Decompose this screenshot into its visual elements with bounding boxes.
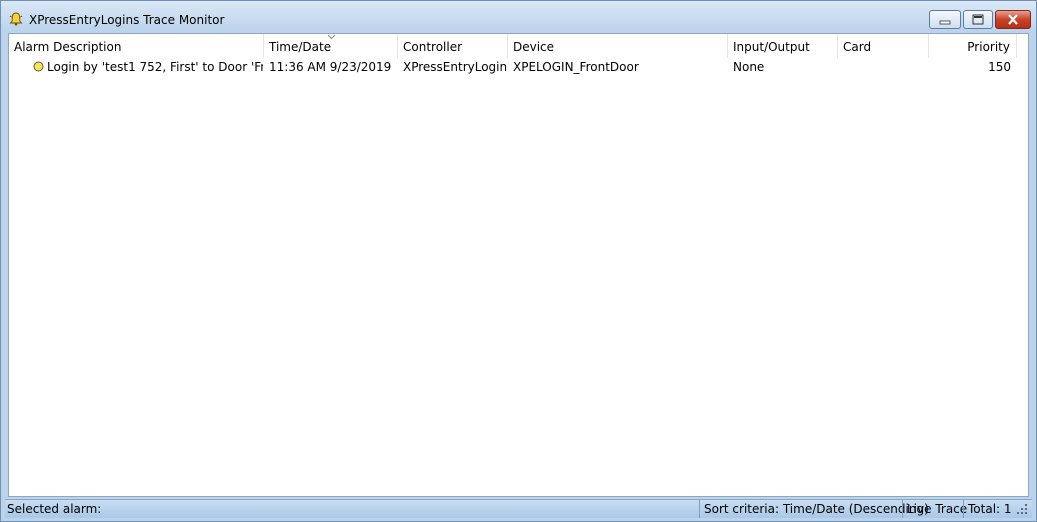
cell-controller: XPressEntryLogins	[403, 60, 507, 74]
trace-monitor-window: XPressEntryLogins Trace Monitor Alarm De…	[0, 0, 1037, 522]
status-bar: Selected alarm: Sort criteria: Time/Date…	[5, 499, 1032, 518]
column-header-alarm-description[interactable]: Alarm Description	[9, 34, 264, 58]
status-live-trace: Live Trace	[902, 500, 967, 518]
column-label: Controller	[403, 40, 463, 54]
column-header-priority[interactable]: Priority	[929, 34, 1017, 58]
column-label: Device	[513, 40, 555, 54]
cell-device: XPELOGIN_FrontDoor	[513, 60, 639, 74]
minimize-button[interactable]	[929, 10, 961, 29]
column-label: Alarm Description	[14, 40, 122, 54]
minimize-icon	[939, 20, 951, 25]
column-label: Input/Output	[733, 40, 810, 54]
yellow-circle-icon	[33, 61, 44, 72]
cell-input-output: None	[733, 60, 765, 74]
sort-descending-icon	[327, 34, 336, 40]
close-icon	[1008, 14, 1018, 25]
column-label: Time/Date	[269, 40, 332, 54]
column-header-controller[interactable]: Controller	[398, 34, 508, 58]
column-header-row: Alarm Description Time/Date Controller D…	[9, 34, 1028, 58]
bell-alarm-icon	[9, 12, 23, 26]
maximize-icon	[972, 14, 984, 25]
column-header-input-output[interactable]: Input/Output	[728, 34, 838, 58]
status-selected-alarm: Selected alarm:	[7, 502, 102, 516]
status-total: Total: 1	[963, 500, 1013, 518]
cell-time-date: 11:36 AM 9/23/2019	[269, 60, 392, 74]
column-label: Card	[843, 40, 872, 54]
cell-alarm-description: Login by 'test1 752, First' to Door 'Fro…	[47, 60, 263, 74]
cell-priority: 150	[988, 60, 1011, 74]
resize-grip-icon[interactable]	[1016, 503, 1028, 515]
cell-card	[843, 60, 928, 76]
status-sort-criteria: Sort criteria: Time/Date (Descending)	[699, 500, 929, 518]
column-label: Priority	[967, 40, 1010, 54]
column-header-device[interactable]: Device	[508, 34, 728, 58]
close-button[interactable]	[995, 10, 1031, 29]
maximize-button[interactable]	[963, 10, 993, 29]
column-header-card[interactable]: Card	[838, 34, 929, 58]
window-title: XPressEntryLogins Trace Monitor	[29, 13, 225, 27]
table-row[interactable]: Login by 'test1 752, First' to Door 'Fro…	[9, 58, 1028, 76]
alarm-list[interactable]: Alarm Description Time/Date Controller D…	[8, 33, 1029, 497]
title-bar[interactable]: XPressEntryLogins Trace Monitor	[1, 1, 1036, 33]
